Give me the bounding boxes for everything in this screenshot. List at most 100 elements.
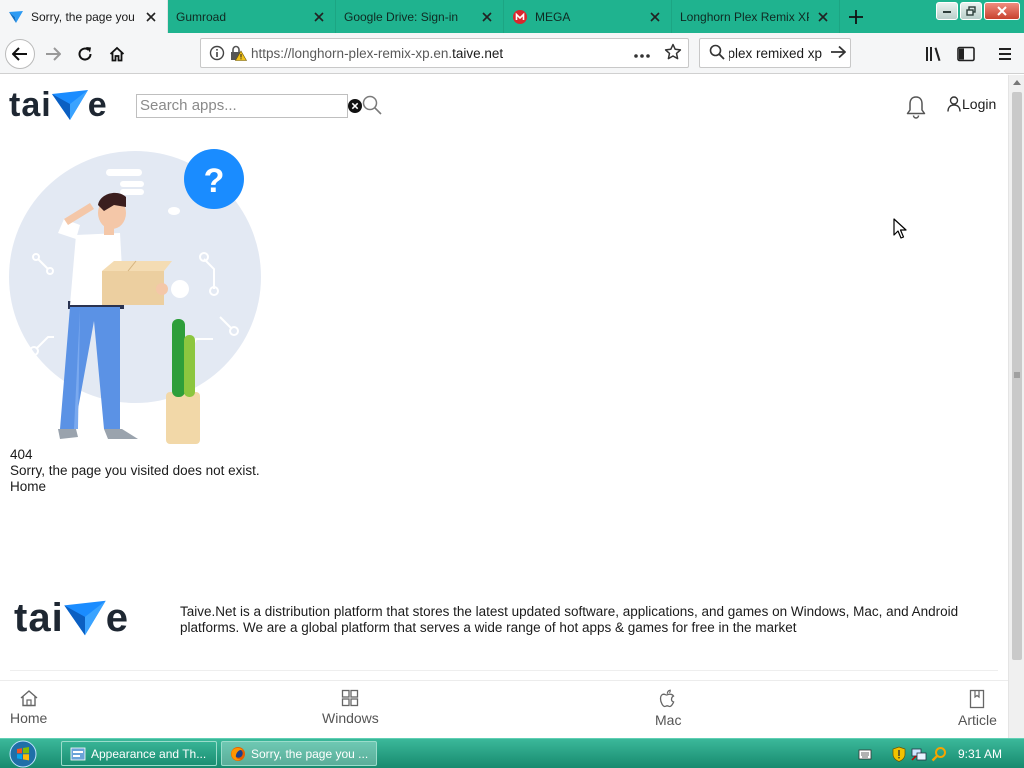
system-tray: 9:31 AM	[856, 739, 1024, 768]
forward-button[interactable]	[38, 39, 68, 69]
tab-mega[interactable]: MEGA	[504, 0, 672, 33]
bottom-nav-article[interactable]: Article	[958, 689, 997, 728]
insecure-lock-icon[interactable]	[229, 45, 248, 64]
security-shield-icon[interactable]	[890, 745, 908, 763]
bottom-nav-mac[interactable]: Mac	[655, 689, 681, 728]
vertical-scrollbar[interactable]	[1008, 75, 1024, 738]
footer-logo[interactable]: tai e	[14, 595, 129, 641]
tab-title: Longhorn Plex Remix XP 4	[680, 9, 809, 24]
restore-button[interactable]	[960, 2, 982, 20]
url-domain: taive.net	[452, 45, 504, 61]
minimize-button[interactable]	[936, 2, 958, 20]
login-link[interactable]: Login	[947, 96, 996, 112]
reload-icon	[78, 47, 92, 61]
new-tab-button[interactable]	[840, 0, 872, 33]
home-button[interactable]	[102, 39, 132, 69]
error-message: Sorry, the page you visited does not exi…	[10, 463, 260, 478]
bookmark-icon	[970, 689, 985, 709]
tab-title: Gumroad	[176, 9, 227, 24]
taskbar-item-appearance[interactable]: Appearance and Th...	[61, 741, 217, 766]
keyboard-icon[interactable]	[856, 745, 874, 763]
clear-search-icon[interactable]	[348, 99, 362, 116]
back-arrow-icon	[12, 47, 27, 61]
scroll-up-icon[interactable]	[1013, 79, 1021, 85]
site-header: tai e Login	[0, 75, 1008, 135]
close-icon	[997, 6, 1007, 16]
lost-page-illustration: ?	[9, 149, 261, 444]
windows-icon	[342, 689, 359, 707]
info-icon[interactable]	[209, 45, 225, 64]
tab-longhorn[interactable]: Longhorn Plex Remix XP 4	[672, 0, 840, 33]
footer-logo-v-icon	[63, 600, 106, 636]
mega-icon	[512, 9, 528, 25]
control-panel-icon	[70, 746, 86, 762]
footer-description: Taive.Net is a distribution platform tha…	[180, 604, 959, 635]
library-button[interactable]	[919, 39, 949, 69]
login-label: Login	[962, 96, 997, 112]
windows-logo-icon	[9, 740, 37, 768]
browser-search-bar[interactable]: plex remixed xp	[699, 38, 851, 68]
sidebar-icon	[957, 46, 975, 62]
search-go-icon[interactable]	[830, 45, 847, 62]
tab-strip: Sorry, the page you vi Gumroad Google Dr…	[0, 0, 1024, 33]
logo-v-icon	[51, 90, 88, 120]
notification-bell-icon[interactable]	[905, 95, 927, 122]
footer-logo-text-right: e	[105, 595, 129, 640]
app-search-input[interactable]	[137, 95, 342, 115]
apple-icon	[660, 689, 675, 708]
logo-text-left: tai	[9, 85, 52, 124]
app-search-box	[136, 94, 348, 118]
tab-close-icon[interactable]	[143, 9, 159, 25]
tab-title: MEGA	[535, 9, 571, 24]
tab-close-icon[interactable]	[815, 9, 831, 25]
scroll-grip-icon	[1014, 372, 1020, 378]
tab-close-icon[interactable]	[311, 9, 327, 25]
bottom-navigation: Home Windows Mac Article	[0, 680, 1008, 738]
search-icon[interactable]	[362, 95, 382, 118]
reload-button[interactable]	[70, 39, 100, 69]
taskbar-item-label: Appearance and Th...	[91, 746, 207, 761]
sidebar-toggle-button[interactable]	[951, 39, 981, 69]
site-logo[interactable]: tai e	[9, 85, 108, 125]
back-button[interactable]	[5, 39, 35, 69]
error-code: 404	[10, 447, 33, 462]
taskbar-item-firefox[interactable]: Sorry, the page you ...	[221, 741, 377, 766]
bottom-nav-label: Windows	[322, 710, 379, 726]
bottom-nav-windows[interactable]: Windows	[322, 689, 379, 726]
search-text: plex remixed xp	[729, 45, 822, 61]
library-icon	[926, 47, 941, 61]
taive-icon	[8, 9, 24, 25]
menu-button[interactable]	[990, 39, 1020, 69]
firefox-icon	[230, 746, 246, 762]
bottom-nav-label: Article	[958, 712, 997, 728]
bottom-nav-home[interactable]: Home	[10, 689, 47, 726]
bottom-nav-label: Home	[10, 710, 48, 726]
search-tray-icon[interactable]	[930, 745, 948, 763]
user-icon	[947, 96, 961, 112]
bookmark-star-icon[interactable]	[664, 43, 682, 64]
start-button[interactable]	[4, 740, 42, 768]
tab-sorry-page[interactable]: Sorry, the page you vi	[0, 0, 168, 33]
taskbar-item-label: Sorry, the page you ...	[251, 746, 369, 761]
url-bar[interactable]: https://longhorn-plex-remix-xp.en.taive.…	[200, 38, 689, 68]
tab-google-drive[interactable]: Google Drive: Sign-in	[336, 0, 504, 33]
window-controls	[936, 2, 1020, 20]
search-icon	[709, 44, 725, 63]
tab-close-icon[interactable]	[479, 9, 495, 25]
close-window-button[interactable]	[984, 2, 1020, 20]
page-actions-icon[interactable]	[634, 46, 650, 61]
footer-divider	[10, 670, 998, 671]
system-clock[interactable]: 9:31 AM	[958, 747, 1002, 761]
tab-close-icon[interactable]	[647, 9, 663, 25]
tab-title: Google Drive: Sign-in	[344, 9, 459, 24]
tab-gumroad[interactable]: Gumroad	[168, 0, 336, 33]
logo-text-right: e	[87, 85, 108, 124]
home-icon	[20, 690, 38, 707]
mouse-cursor-icon	[893, 218, 907, 239]
home-link[interactable]: Home	[10, 479, 46, 494]
restore-icon	[966, 6, 976, 16]
minimize-icon	[943, 11, 951, 13]
forward-arrow-icon	[46, 47, 61, 61]
network-icon[interactable]	[910, 745, 928, 763]
windows-taskbar: Appearance and Th... Sorry, the page you…	[0, 738, 1024, 768]
